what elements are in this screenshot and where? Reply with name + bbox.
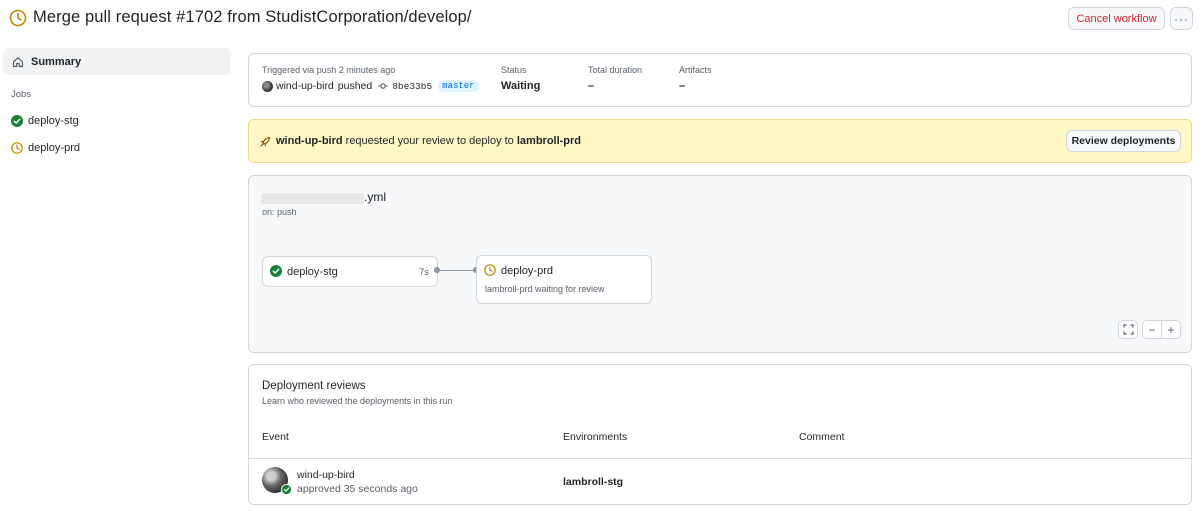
- check-circle-icon: [11, 115, 23, 127]
- jobs-heading: Jobs: [11, 89, 32, 100]
- job-node-deploy-stg[interactable]: deploy-stg 7s: [262, 256, 438, 287]
- job-node-deploy-prd[interactable]: deploy-prd lambroll-prd waiting for revi…: [476, 255, 652, 304]
- status-value: Waiting: [501, 80, 541, 92]
- deployment-reviews-subtitle: Learn who reviewed the deployments in th…: [262, 396, 453, 406]
- sidebar-item-summary[interactable]: Summary: [3, 48, 231, 75]
- check-circle-icon: [281, 484, 292, 495]
- redacted-filename: [261, 193, 364, 204]
- fullscreen-icon: [1122, 324, 1134, 335]
- job-node-name: deploy-prd: [501, 265, 553, 277]
- sidebar-item-label: Summary: [31, 55, 82, 68]
- review-request-message: wind-up-bird requested your review to de…: [276, 135, 581, 147]
- job-duration: 7s: [418, 267, 429, 278]
- more-options-button[interactable]: ···: [1170, 7, 1193, 30]
- triggered-label: Triggered via push 2 minutes ago: [262, 65, 396, 75]
- column-header-event: Event: [262, 431, 289, 443]
- branch-badge[interactable]: master: [438, 80, 479, 92]
- divider: [249, 458, 1191, 459]
- cancel-workflow-button[interactable]: Cancel workflow: [1068, 7, 1165, 30]
- sidebar-item-deploy-stg[interactable]: deploy-stg: [11, 113, 79, 129]
- workflow-trigger: on: push: [262, 207, 297, 217]
- status-label: Status: [501, 65, 527, 75]
- artifacts-label: Artifacts: [679, 65, 712, 75]
- job-node-name: deploy-stg: [287, 266, 338, 278]
- job-connector: [437, 270, 475, 271]
- workflow-header: Merge pull request #1702 from StudistCor…: [0, 0, 1200, 38]
- duration-value: –: [588, 80, 595, 92]
- actor-link[interactable]: wind-up-bird: [276, 80, 334, 92]
- fit-to-screen-button[interactable]: [1118, 320, 1138, 339]
- commit-icon: [378, 83, 389, 89]
- sidebar-item-label: deploy-stg: [28, 115, 79, 127]
- review-request-banner: wind-up-bird requested your review to de…: [248, 119, 1192, 163]
- zoom-out-button[interactable]: −: [1142, 320, 1162, 339]
- home-icon: [12, 56, 24, 67]
- check-circle-icon: [270, 265, 282, 277]
- review-deployments-button[interactable]: Review deployments: [1066, 130, 1181, 152]
- deployment-reviews-title: Deployment reviews: [262, 380, 366, 392]
- clock-icon: [9, 9, 27, 27]
- sidebar-item-label: deploy-prd: [28, 142, 80, 154]
- zoom-in-button[interactable]: +: [1161, 320, 1181, 339]
- connector-dot: [434, 267, 440, 273]
- trigger-details: wind-up-bird pushed 8be33b5 master: [262, 80, 479, 92]
- workflow-file-name[interactable]: .yml: [364, 190, 386, 204]
- column-header-environments: Environments: [563, 431, 628, 443]
- review-request-text: requested your review to deploy to: [342, 135, 517, 147]
- push-action: pushed: [337, 80, 373, 92]
- deployment-reviews-card: Deployment reviews Learn who reviewed th…: [248, 364, 1192, 505]
- duration-label: Total duration: [588, 65, 643, 75]
- rocket-icon: [260, 136, 271, 147]
- clock-icon: [11, 142, 23, 154]
- workflow-title: Merge pull request #1702 from StudistCor…: [33, 8, 472, 26]
- workflow-graph: .yml on: push deploy-stg 7s deploy-prd l…: [248, 175, 1192, 353]
- commit-sha-link[interactable]: 8be33b5: [392, 81, 432, 92]
- artifacts-value: –: [679, 80, 686, 92]
- clock-icon: [484, 264, 496, 276]
- reviewer-name[interactable]: wind-up-bird: [297, 469, 355, 481]
- review-environment: lambroll-stg: [563, 476, 624, 488]
- requester-name[interactable]: wind-up-bird: [276, 135, 343, 147]
- run-summary-card: Triggered via push 2 minutes ago wind-up…: [248, 53, 1192, 107]
- column-header-comment: Comment: [799, 431, 845, 443]
- job-environment: lambroll-prd: [485, 284, 533, 294]
- review-event: approved 35 seconds ago: [297, 483, 418, 495]
- target-environment[interactable]: lambroll-prd: [517, 135, 581, 147]
- sidebar-item-deploy-prd[interactable]: deploy-prd: [11, 140, 80, 156]
- avatar[interactable]: [262, 80, 273, 92]
- job-status-text: waiting for review: [532, 284, 605, 294]
- job-waiting-text: lambroll-prd waiting for review: [485, 284, 605, 294]
